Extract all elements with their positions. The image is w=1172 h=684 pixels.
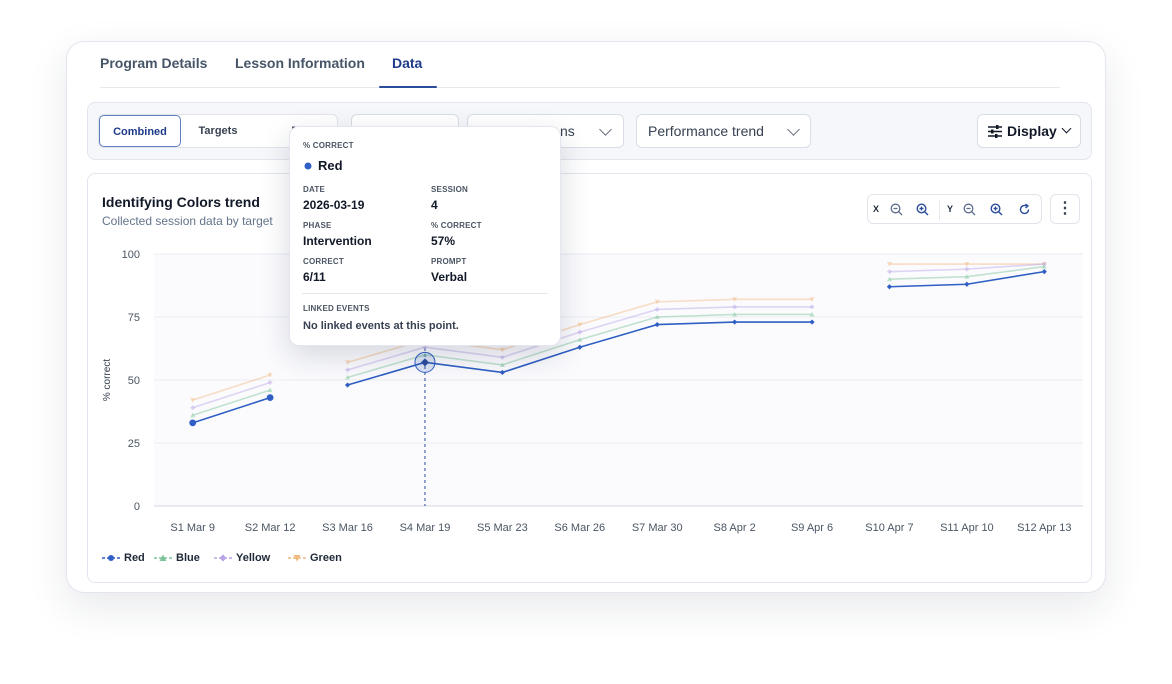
x-tick-label: S11 Apr 10 xyxy=(940,522,994,534)
y-tick-label: 75 xyxy=(128,312,140,324)
sliders-icon xyxy=(988,125,1002,138)
display-button-label: Display xyxy=(1007,123,1057,139)
tooltip-field-label: DATE xyxy=(303,185,325,194)
x-tick-label: S3 Mar 16 xyxy=(322,522,373,534)
tooltip-field-value: Verbal xyxy=(431,270,468,284)
x-tick-label: S1 Mar 9 xyxy=(170,522,215,534)
view-combined-button[interactable]: Combined xyxy=(99,115,181,147)
series-dot-icon xyxy=(304,162,312,170)
legend-label: Red xyxy=(124,552,145,564)
view-targets-button[interactable]: Targets xyxy=(187,115,249,147)
tooltip-field-value: 2026-03-19 xyxy=(303,198,365,212)
data-point-tooltip: % CORRECT Red DATE 2026-03-19 SESSION 4 … xyxy=(289,126,561,346)
legend-symbol-icon xyxy=(214,554,232,562)
tab-lesson-information[interactable]: Lesson Information xyxy=(235,55,365,71)
tab-bar: Program Details Lesson Information Data xyxy=(100,42,1060,88)
legend-label: Green xyxy=(310,552,342,564)
chevron-down-icon xyxy=(787,123,800,136)
tooltip-divider xyxy=(302,293,548,294)
legend-label: Blue xyxy=(176,552,200,564)
tooltip-field-label: CORRECT xyxy=(303,257,344,266)
tooltip-field-value: 4 xyxy=(431,198,438,212)
chevron-down-icon xyxy=(1061,123,1072,134)
x-tick-label: S8 Apr 2 xyxy=(714,522,756,534)
program-card: Program Details Lesson Information Data … xyxy=(66,41,1106,593)
legend-label: Yellow xyxy=(236,552,271,564)
tooltip-field-label: PROMPT xyxy=(431,257,467,266)
trend-select[interactable]: Performance trend xyxy=(636,114,811,148)
x-tick-label: S9 Apr 6 xyxy=(791,522,833,534)
tooltip-field-label: % CORRECT xyxy=(431,221,482,230)
tooltip-field-value: 6/11 xyxy=(303,270,326,284)
data-point-red xyxy=(189,419,197,427)
x-tick-label: S4 Mar 19 xyxy=(400,522,451,534)
tooltip-field-value: 57% xyxy=(431,234,456,248)
legend-item-blue[interactable]: Blue xyxy=(154,552,200,564)
x-tick-label: S10 Apr 7 xyxy=(865,522,913,534)
y-tick-label: 100 xyxy=(122,249,140,261)
legend-symbol-icon xyxy=(288,555,306,562)
chart-card: Identifying Colors trend Collected sessi… xyxy=(87,173,1092,583)
legend-item-green[interactable]: Green xyxy=(288,552,342,564)
chart-plot: 0 25 50 75 100 % correct S1 Mar 9 S2 Mar 12 S3 M… xyxy=(102,246,1083,534)
x-tick-label: S5 Mar 23 xyxy=(477,522,528,534)
tooltip-field-label: PHASE xyxy=(303,221,332,230)
data-point-red xyxy=(266,394,274,402)
y-tick-label: 25 xyxy=(128,438,140,450)
tooltip-linked-label: LINKED EVENTS xyxy=(303,304,370,313)
trend-select-label: Performance trend xyxy=(648,123,764,139)
legend-symbol-icon xyxy=(102,555,120,562)
chart-toolbar: Combined Targets P ns Performance trend … xyxy=(87,102,1092,160)
tooltip-field-label: SESSION xyxy=(431,185,468,194)
x-tick-label: S7 Mar 30 xyxy=(632,522,683,534)
legend-item-red[interactable]: Red xyxy=(102,552,145,564)
y-axis-label: % correct xyxy=(102,359,113,401)
display-button[interactable]: Display xyxy=(977,114,1081,148)
y-tick-label: 50 xyxy=(128,375,140,387)
legend-item-yellow[interactable]: Yellow xyxy=(214,552,270,564)
legend-symbol-icon xyxy=(154,554,172,562)
tooltip-heading: % CORRECT xyxy=(303,141,354,150)
tooltip-series-name: Red xyxy=(318,158,343,173)
chevron-down-icon xyxy=(599,123,612,136)
tooltip-linked-value: No linked events at this point. xyxy=(303,320,459,332)
active-tab-indicator xyxy=(379,86,437,88)
tab-data[interactable]: Data xyxy=(392,55,422,71)
tab-program-details[interactable]: Program Details xyxy=(100,55,207,71)
options-dropdown-label: ns xyxy=(560,123,575,139)
x-tick-label: S2 Mar 12 xyxy=(245,522,296,534)
tooltip-field-value: Intervention xyxy=(303,234,372,248)
x-tick-label: S12 Apr 13 xyxy=(1017,522,1071,534)
x-tick-label: S6 Mar 26 xyxy=(554,522,605,534)
y-tick-label: 0 xyxy=(134,501,140,513)
